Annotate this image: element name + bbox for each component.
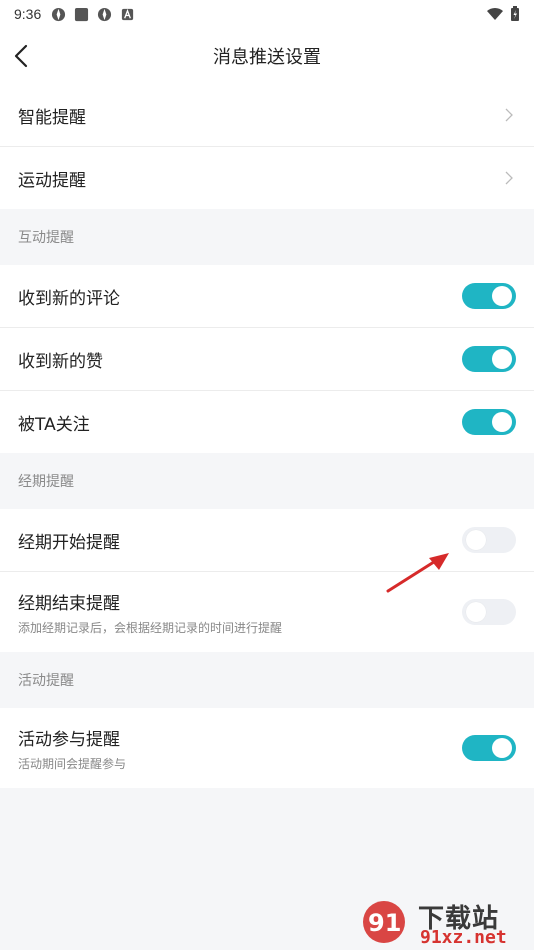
new-like-item: 收到新的赞	[0, 328, 534, 391]
period-start-toggle[interactable]	[462, 527, 516, 553]
new-comment-item: 收到新的评论	[0, 265, 534, 328]
activity-reminder-text: 活动参与提醒 活动期间会提醒参与	[18, 725, 126, 772]
new-follower-item: 被TA关注	[0, 391, 534, 453]
chevron-right-icon	[505, 108, 513, 122]
wifi-icon	[487, 7, 503, 20]
sport-reminder-item[interactable]: 运动提醒	[0, 147, 534, 209]
toggle-knob	[466, 530, 486, 550]
new-like-toggle[interactable]	[462, 346, 516, 372]
watermark: 91 下载站 91xz.net	[360, 898, 530, 948]
period-start-label: 经期开始提醒	[18, 532, 120, 553]
sport-reminder-label: 运动提醒	[18, 170, 86, 191]
activity-group: 活动参与提醒 活动期间会提醒参与	[0, 708, 534, 788]
activity-reminder-description: 活动期间会提醒参与	[18, 756, 127, 771]
back-arrow-icon[interactable]	[10, 42, 34, 70]
chevron-right-icon	[505, 171, 513, 185]
period-end-label: 经期结束提醒	[18, 593, 120, 614]
app-notification-icon-2	[98, 7, 112, 21]
top-settings-group: 智能提醒 运动提醒	[0, 84, 534, 209]
period-end-toggle[interactable]	[462, 599, 516, 625]
activity-reminder-item: 活动参与提醒 活动期间会提醒参与	[0, 708, 534, 788]
app-notification-icon	[52, 7, 66, 21]
watermark-logo-text: 91	[368, 909, 401, 937]
toggle-knob	[466, 602, 486, 622]
watermark-logo-icon: 91	[363, 901, 405, 943]
toggle-knob	[492, 349, 512, 369]
period-end-text: 经期结束提醒 添加经期记录后，会根据经期记录的时间进行提醒	[18, 589, 282, 636]
section-header-interaction: 互动提醒	[0, 209, 534, 265]
toggle-knob	[492, 738, 512, 758]
new-follower-label: 被TA关注	[18, 414, 90, 435]
watermark-url: 91xz.net	[420, 927, 507, 948]
toggle-knob	[492, 412, 512, 432]
status-bar: 9:36	[0, 0, 534, 28]
smart-reminder-label: 智能提醒	[18, 107, 86, 128]
activity-reminder-toggle[interactable]	[462, 735, 516, 761]
interaction-group: 收到新的评论 收到新的赞 被TA关注	[0, 265, 534, 453]
status-time: 9:36	[14, 6, 42, 22]
activity-reminder-label: 活动参与提醒	[18, 729, 120, 750]
toggle-knob	[492, 286, 512, 306]
section-header-period: 经期提醒	[0, 453, 534, 509]
period-end-description: 添加经期记录后，会根据经期记录的时间进行提醒	[18, 620, 283, 635]
section-header-activity: 活动提醒	[0, 652, 534, 708]
app-a-icon	[122, 8, 134, 20]
new-follower-toggle[interactable]	[462, 409, 516, 435]
new-comment-label: 收到新的评论	[18, 288, 120, 309]
annotation-arrow-icon	[386, 553, 449, 593]
new-comment-toggle[interactable]	[462, 283, 516, 309]
app-square-icon	[75, 7, 89, 21]
battery-icon	[511, 6, 519, 21]
app-header: 消息推送设置	[0, 28, 534, 84]
page-title: 消息推送设置	[213, 47, 321, 68]
new-like-label: 收到新的赞	[18, 351, 103, 372]
smart-reminder-item[interactable]: 智能提醒	[0, 84, 534, 147]
